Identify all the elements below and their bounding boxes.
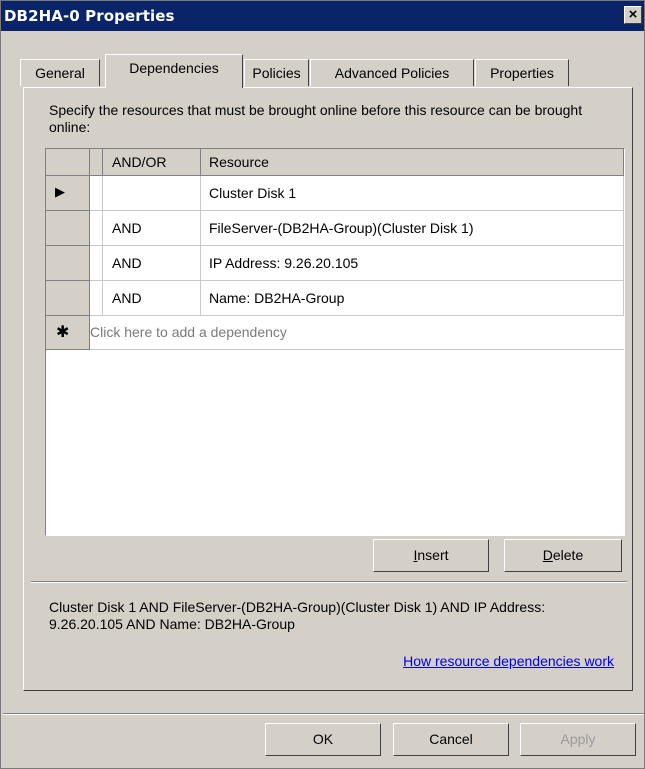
instructions-text: Specify the resources that must be broug… [49, 102, 583, 135]
ok-button[interactable]: OK [265, 723, 381, 756]
row-spacer-cell [90, 281, 103, 316]
properties-dialog: DB2HA-0 Properties × General Policies Ad… [0, 0, 645, 769]
current-row-icon: ▶ [55, 184, 65, 199]
tab-advanced-policies[interactable]: Advanced Policies [310, 59, 474, 86]
tab-dependencies[interactable]: Dependencies [105, 54, 243, 88]
andor-cell[interactable]: AND [103, 281, 201, 316]
resource-cell[interactable]: IP Address: 9.26.20.105 [201, 246, 624, 281]
row-selector[interactable] [46, 211, 90, 246]
row-spacer-cell [90, 246, 103, 281]
delete-accel: D [542, 547, 553, 563]
asterisk-icon: ✱ [56, 324, 70, 341]
dependency-expression: Cluster Disk 1 AND FileServer-(DB2HA-Gro… [49, 599, 546, 632]
insert-button[interactable]: Insert [373, 539, 489, 572]
apply-button[interactable]: Apply [520, 723, 636, 756]
grid-spacer-header [90, 149, 103, 176]
resource-cell[interactable]: Name: DB2HA-Group [201, 281, 624, 316]
new-row-selector[interactable]: ✱ [46, 316, 90, 350]
delete-label-rest: elete [552, 547, 584, 563]
andor-cell[interactable]: AND [103, 246, 201, 281]
tab-properties[interactable]: Properties [475, 59, 569, 86]
dependencies-grid[interactable]: AND/OR Resource ▶ Cluster Disk 1 AND Fil… [45, 148, 625, 536]
andor-cell[interactable]: AND [103, 211, 201, 246]
andor-cell[interactable] [103, 176, 201, 211]
row-selector[interactable] [46, 246, 90, 281]
grid-corner-header [46, 149, 90, 176]
row-spacer-cell [90, 211, 103, 246]
cancel-button[interactable]: Cancel [393, 723, 509, 756]
tab-policies[interactable]: Policies [244, 59, 309, 86]
row-selector[interactable]: ▶ [46, 176, 90, 211]
row-spacer-cell [90, 176, 103, 211]
footer-separator [3, 713, 644, 715]
insert-label-rest: nsert [417, 547, 449, 563]
row-selector[interactable] [46, 281, 90, 316]
separator [31, 581, 627, 583]
column-header-andor[interactable]: AND/OR [103, 149, 201, 176]
help-link[interactable]: How resource dependencies work [403, 653, 614, 669]
window-title: DB2HA-0 Properties [4, 7, 175, 25]
column-header-resource[interactable]: Resource [201, 149, 624, 176]
delete-button[interactable]: Delete [504, 539, 622, 572]
tab-general[interactable]: General [20, 59, 100, 86]
resource-cell[interactable]: Cluster Disk 1 [201, 176, 624, 211]
add-dependency-prompt[interactable]: Click here to add a dependency [90, 316, 624, 350]
title-bar[interactable]: DB2HA-0 Properties × [1, 1, 644, 31]
resource-cell[interactable]: FileServer-(DB2HA-Group)(Cluster Disk 1) [201, 211, 624, 246]
close-button[interactable]: × [624, 6, 642, 24]
